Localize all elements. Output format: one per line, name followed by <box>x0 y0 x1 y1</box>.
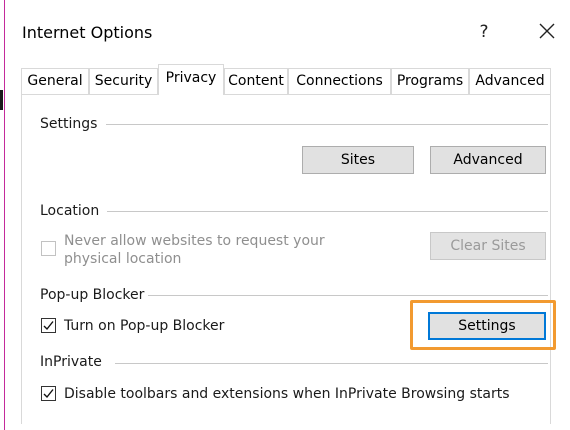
checkmark-icon <box>43 389 54 399</box>
never-allow-location-checkbox[interactable] <box>41 241 56 256</box>
popup-blocker-heading: Pop-up Blocker <box>40 287 145 303</box>
settings-heading: Settings <box>40 116 98 132</box>
checkmark-icon <box>43 321 54 331</box>
never-allow-location-label-line1: Never allow websites to request your <box>64 233 325 249</box>
tab-privacy[interactable]: Privacy <box>158 64 224 95</box>
inprivate-rule <box>115 363 548 364</box>
tab-programs[interactable]: Programs <box>391 68 469 94</box>
background-window-fragment <box>0 90 3 110</box>
location-heading: Location <box>40 203 100 219</box>
title-bar: Internet Options ? <box>0 0 570 58</box>
sites-button[interactable]: Sites <box>302 146 414 174</box>
tab-advanced[interactable]: Advanced <box>469 68 551 94</box>
popup-settings-button[interactable]: Settings <box>428 312 546 340</box>
help-button[interactable]: ? <box>472 19 496 45</box>
tab-connections[interactable]: Connections <box>288 68 391 94</box>
window-edge <box>0 0 5 430</box>
tab-content[interactable]: Content <box>224 68 288 94</box>
close-icon <box>539 23 555 39</box>
close-button[interactable] <box>532 16 562 46</box>
advanced-button[interactable]: Advanced <box>430 146 546 174</box>
popup-blocker-label: Turn on Pop-up Blocker <box>64 318 225 334</box>
tab-strip: General Security Privacy Content Connect… <box>21 64 551 95</box>
inprivate-heading: InPrivate <box>40 354 102 370</box>
clear-sites-button[interactable]: Clear Sites <box>430 232 546 260</box>
tab-general[interactable]: General <box>21 68 89 94</box>
popup-blocker-rule <box>148 295 548 296</box>
never-allow-location-label-line2: physical location <box>64 251 182 267</box>
popup-blocker-checkbox[interactable] <box>41 318 56 333</box>
window-title: Internet Options <box>22 23 153 42</box>
settings-rule <box>106 124 548 125</box>
disable-toolbars-checkbox[interactable] <box>41 386 56 401</box>
disable-toolbars-label: Disable toolbars and extensions when InP… <box>64 386 510 402</box>
location-rule <box>107 211 548 212</box>
tab-security[interactable]: Security <box>89 68 158 94</box>
